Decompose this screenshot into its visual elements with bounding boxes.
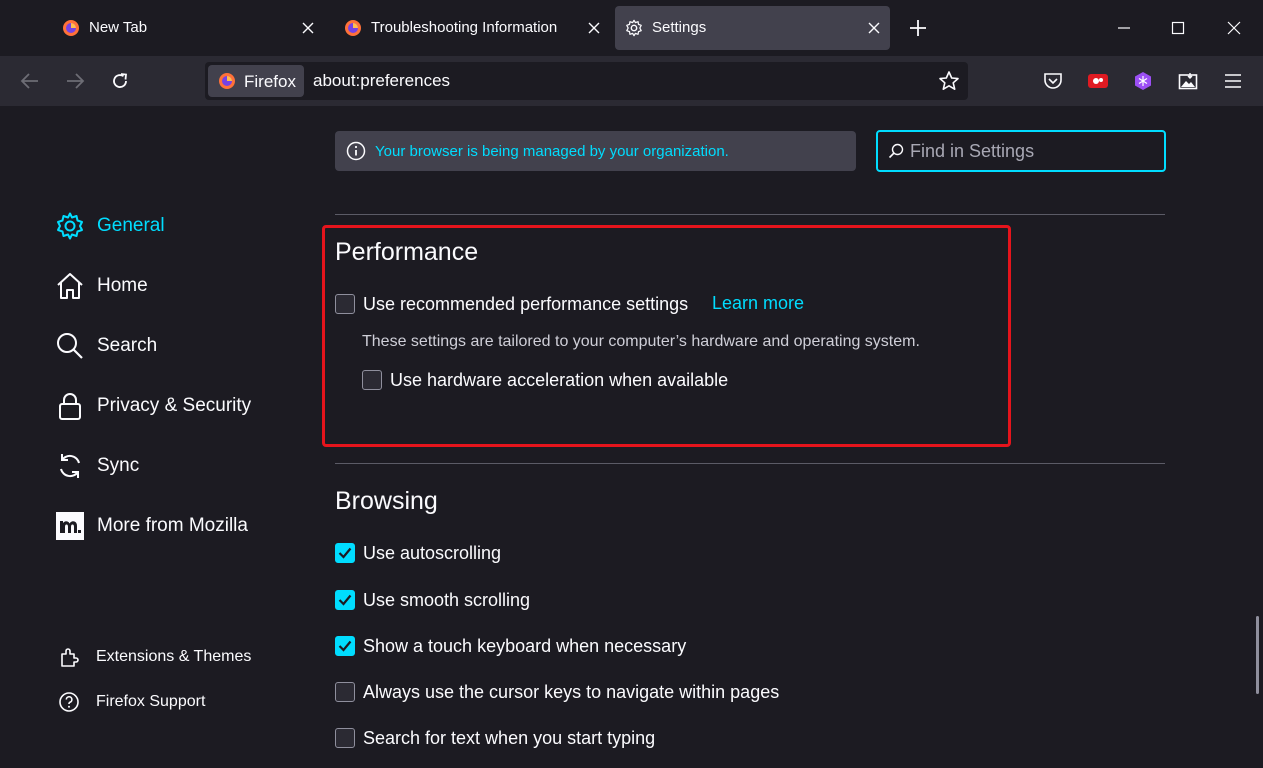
smooth-scrolling-label[interactable]: Use smooth scrolling xyxy=(363,590,530,611)
extensions-themes-label: Extensions & Themes xyxy=(96,648,252,665)
sidebar-item-label: General xyxy=(97,215,165,236)
firefox-icon xyxy=(345,20,361,36)
checkmark-icon xyxy=(338,640,352,652)
policy-notice[interactable]: Your browser is being managed by your or… xyxy=(335,131,856,171)
smooth-scrolling-checkbox[interactable] xyxy=(335,590,355,610)
screenshot-button[interactable] xyxy=(1175,68,1201,94)
url-bar[interactable]: Firefox about:preferences xyxy=(205,62,968,100)
search-icon xyxy=(888,143,904,159)
maximize-button[interactable] xyxy=(1155,8,1201,48)
search-icon xyxy=(55,331,85,361)
smooth-scrolling-option[interactable]: Use smooth scrolling xyxy=(335,588,530,612)
navigation-toolbar: Firefox about:preferences xyxy=(0,56,1263,106)
lock-icon xyxy=(55,391,85,421)
section-divider xyxy=(335,463,1165,464)
extensions-themes-link[interactable]: Extensions & Themes xyxy=(58,645,251,669)
search-input[interactable] xyxy=(910,138,1150,164)
browsing-heading: Browsing xyxy=(335,487,438,515)
sidebar-item-privacy-security[interactable]: Privacy & Security xyxy=(55,388,251,424)
section-divider xyxy=(335,214,1165,215)
find-in-settings[interactable] xyxy=(876,130,1166,172)
sidebar-item-label: Sync xyxy=(97,455,140,476)
firefox-support-link[interactable]: Firefox Support xyxy=(58,690,205,714)
new-tab-button[interactable] xyxy=(896,8,940,48)
sidebar-item-label: More from Mozilla xyxy=(97,515,248,536)
close-tab-icon[interactable] xyxy=(298,18,318,38)
maximize-icon xyxy=(1171,21,1185,35)
firefox-support-label: Firefox Support xyxy=(96,693,206,710)
menu-icon xyxy=(1225,74,1241,88)
identity-label: Firefox xyxy=(244,72,296,91)
sidebar-item-search[interactable]: Search xyxy=(55,328,157,364)
url-text[interactable]: about:preferences xyxy=(313,71,450,91)
sidebar-item-sync[interactable]: Sync xyxy=(55,448,139,484)
close-window-button[interactable] xyxy=(1211,8,1257,48)
minimize-button[interactable] xyxy=(1101,8,1147,48)
tab-label: Settings xyxy=(652,19,707,36)
firefox-icon xyxy=(219,73,235,89)
forward-arrow-icon xyxy=(67,73,85,89)
tab-new-tab[interactable]: New Tab xyxy=(52,6,324,50)
sidebar-item-general[interactable]: General xyxy=(55,208,165,244)
forward-button[interactable] xyxy=(60,66,90,96)
extension-purple-button[interactable] xyxy=(1130,68,1156,94)
pocket-icon xyxy=(1044,73,1062,89)
bookmark-star-icon[interactable] xyxy=(938,70,960,92)
sidebar-item-label: Search xyxy=(97,335,158,356)
touch-keyboard-checkbox[interactable] xyxy=(335,636,355,656)
back-arrow-icon xyxy=(20,73,38,89)
tab-troubleshooting[interactable]: Troubleshooting Information xyxy=(334,6,610,50)
firefox-icon xyxy=(63,20,79,36)
policy-notice-text[interactable]: Your browser is being managed by your or… xyxy=(375,143,729,160)
extension-red-icon xyxy=(1088,74,1108,88)
autoscrolling-checkbox[interactable] xyxy=(335,543,355,563)
search-text-typing-option[interactable]: Search for text when you start typing xyxy=(335,726,655,750)
identity-box[interactable]: Firefox xyxy=(208,65,304,97)
sidebar-item-label: Home xyxy=(97,275,148,296)
puzzle-icon xyxy=(58,646,80,668)
back-button[interactable] xyxy=(15,66,45,96)
cursor-keys-label[interactable]: Always use the cursor keys to navigate w… xyxy=(363,682,779,703)
pocket-button[interactable] xyxy=(1040,68,1066,94)
close-icon xyxy=(1227,21,1241,35)
plus-icon xyxy=(910,20,926,36)
minimize-icon xyxy=(1118,27,1130,29)
mozilla-icon xyxy=(55,511,85,541)
scrollbar-thumb[interactable] xyxy=(1256,616,1259,694)
tab-label: Troubleshooting Information xyxy=(371,19,558,36)
tab-strip: New Tab Troubleshooting Information Sett… xyxy=(0,0,1263,56)
help-icon xyxy=(58,691,80,713)
home-icon xyxy=(55,271,85,301)
extension-red-button[interactable] xyxy=(1085,68,1111,94)
sidebar-item-label: Privacy & Security xyxy=(97,395,252,416)
touch-keyboard-option[interactable]: Show a touch keyboard when necessary xyxy=(335,634,686,658)
autoscrolling-label[interactable]: Use autoscrolling xyxy=(363,543,501,564)
autoscrolling-option[interactable]: Use autoscrolling xyxy=(335,541,501,565)
close-tab-icon[interactable] xyxy=(584,18,604,38)
close-tab-icon[interactable] xyxy=(864,18,884,38)
screenshot-icon xyxy=(1178,73,1198,90)
search-text-typing-checkbox[interactable] xyxy=(335,728,355,748)
cursor-keys-option[interactable]: Always use the cursor keys to navigate w… xyxy=(335,680,779,704)
tab-settings[interactable]: Settings xyxy=(615,6,890,50)
settings-page: Your browser is being managed by your or… xyxy=(0,106,1263,768)
checkmark-icon xyxy=(338,547,352,559)
search-text-typing-label[interactable]: Search for text when you start typing xyxy=(363,728,655,749)
reload-icon xyxy=(113,73,127,88)
checkmark-icon xyxy=(338,594,352,606)
tab-label: New Tab xyxy=(89,19,148,36)
extension-purple-icon xyxy=(1135,72,1151,90)
sync-icon xyxy=(55,451,85,481)
info-icon xyxy=(346,141,366,161)
highlight-box xyxy=(322,225,1011,447)
app-menu-button[interactable] xyxy=(1220,68,1246,94)
reload-button[interactable] xyxy=(105,66,135,96)
cursor-keys-checkbox[interactable] xyxy=(335,682,355,702)
sidebar-item-home[interactable]: Home xyxy=(55,268,148,304)
gear-icon xyxy=(626,19,642,37)
sidebar-item-more-from-mozilla[interactable]: More from Mozilla xyxy=(55,508,248,544)
touch-keyboard-label[interactable]: Show a touch keyboard when necessary xyxy=(363,636,686,657)
gear-icon xyxy=(55,211,85,241)
